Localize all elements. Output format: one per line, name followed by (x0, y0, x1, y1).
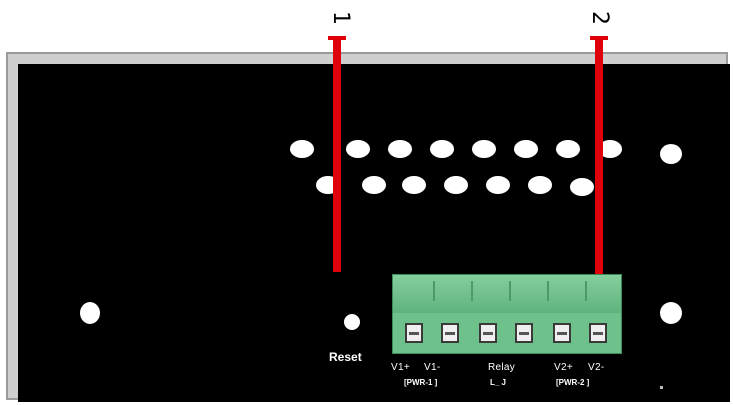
terminal-label-v2-plus: V2+ (554, 362, 573, 373)
terminal-label-v2-minus: V2- (588, 362, 605, 373)
terminal-screw-relay-1 (479, 323, 497, 343)
mounting-hole (660, 144, 682, 164)
vent-hole (570, 178, 594, 196)
mounting-hole (660, 302, 682, 324)
pwr1-group-label: [PWR-1 ] (404, 378, 438, 387)
callout-1-line (333, 36, 341, 272)
terminal-label-relay: Relay (488, 362, 516, 373)
callout-number-1: 1 (328, 11, 353, 25)
terminal-divider (509, 281, 511, 301)
relay-group-label: L_ J (490, 378, 507, 387)
reset-button[interactable] (344, 314, 360, 330)
vent-hole (388, 140, 412, 158)
vent-hole (472, 140, 496, 158)
panel-marker-dot (660, 386, 663, 389)
terminal-screw-v1-plus (405, 323, 423, 343)
terminal-screw-relay-2 (515, 323, 533, 343)
vent-hole (514, 140, 538, 158)
vent-hole (556, 140, 580, 158)
terminal-divider (433, 281, 435, 301)
vent-hole (444, 176, 468, 194)
reset-label: Reset (329, 350, 362, 364)
terminal-label-v1-minus: V1- (424, 362, 441, 373)
terminal-divider (585, 281, 587, 301)
mounting-hole (80, 302, 100, 324)
terminal-divider (471, 281, 473, 301)
vent-hole (346, 140, 370, 158)
vent-hole (362, 176, 386, 194)
vent-hole (290, 140, 314, 158)
terminal-label-v1-plus: V1+ (391, 362, 410, 373)
terminal-divider (547, 281, 549, 301)
vent-hole (528, 176, 552, 194)
terminal-screw-v2-minus (589, 323, 607, 343)
power-terminal-block (392, 274, 622, 354)
vent-hole (430, 140, 454, 158)
terminal-screw-v2-plus (553, 323, 571, 343)
panel-face: Reset (18, 64, 730, 402)
terminal-screw-v1-minus (441, 323, 459, 343)
callout-number-2: 2 (587, 11, 612, 25)
callout-2-line (595, 36, 603, 274)
pwr2-group-label: [PWR-2 ] (556, 378, 590, 387)
vent-hole (402, 176, 426, 194)
vent-hole (486, 176, 510, 194)
